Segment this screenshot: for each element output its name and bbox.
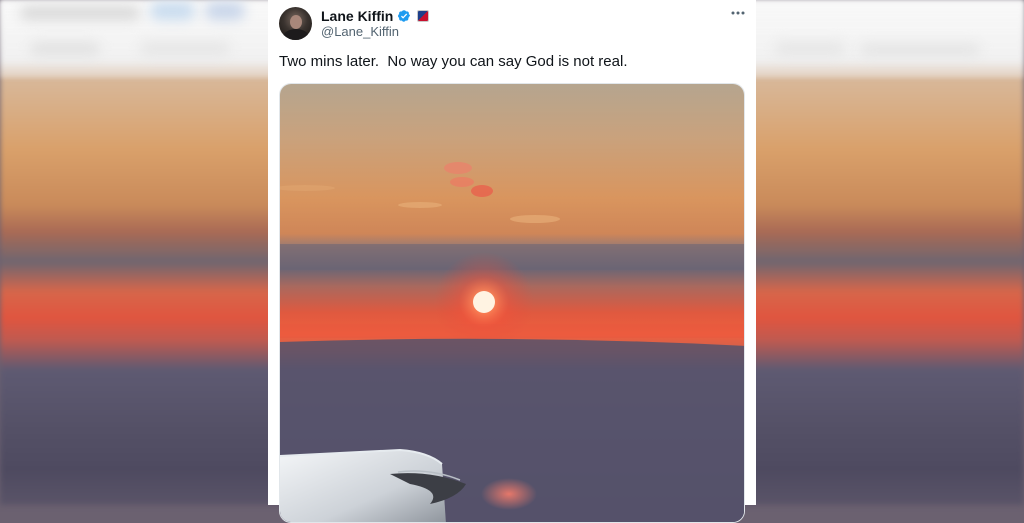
tweet-text: Two mins later. No way you can say God i… [279,53,628,70]
more-horizontal-icon[interactable] [730,5,746,21]
blurred-background-shape [775,42,845,56]
author-name-row: Lane Kiffin [321,7,430,25]
blurred-background-shape [860,44,980,56]
sunset-photo [280,84,744,522]
tweet-photo[interactable] [279,83,745,523]
verified-badge-icon [398,10,411,22]
avatar-shoulders [283,29,309,40]
team-logo-icon[interactable] [417,10,430,22]
blurred-background-shape [20,6,140,20]
author-handle[interactable]: @Lane_Kiffin [321,24,399,39]
author-display-name[interactable]: Lane Kiffin [321,8,393,24]
avatar-face [290,15,302,29]
blurred-background-shape [140,42,230,56]
tweet-card: Lane Kiffin @Lane_Kiffin Two mins later.… [268,0,756,523]
avatar[interactable] [279,7,312,40]
blurred-background-shape [150,2,195,20]
blurred-background-shape [205,2,245,20]
blurred-background-shape [30,42,100,56]
